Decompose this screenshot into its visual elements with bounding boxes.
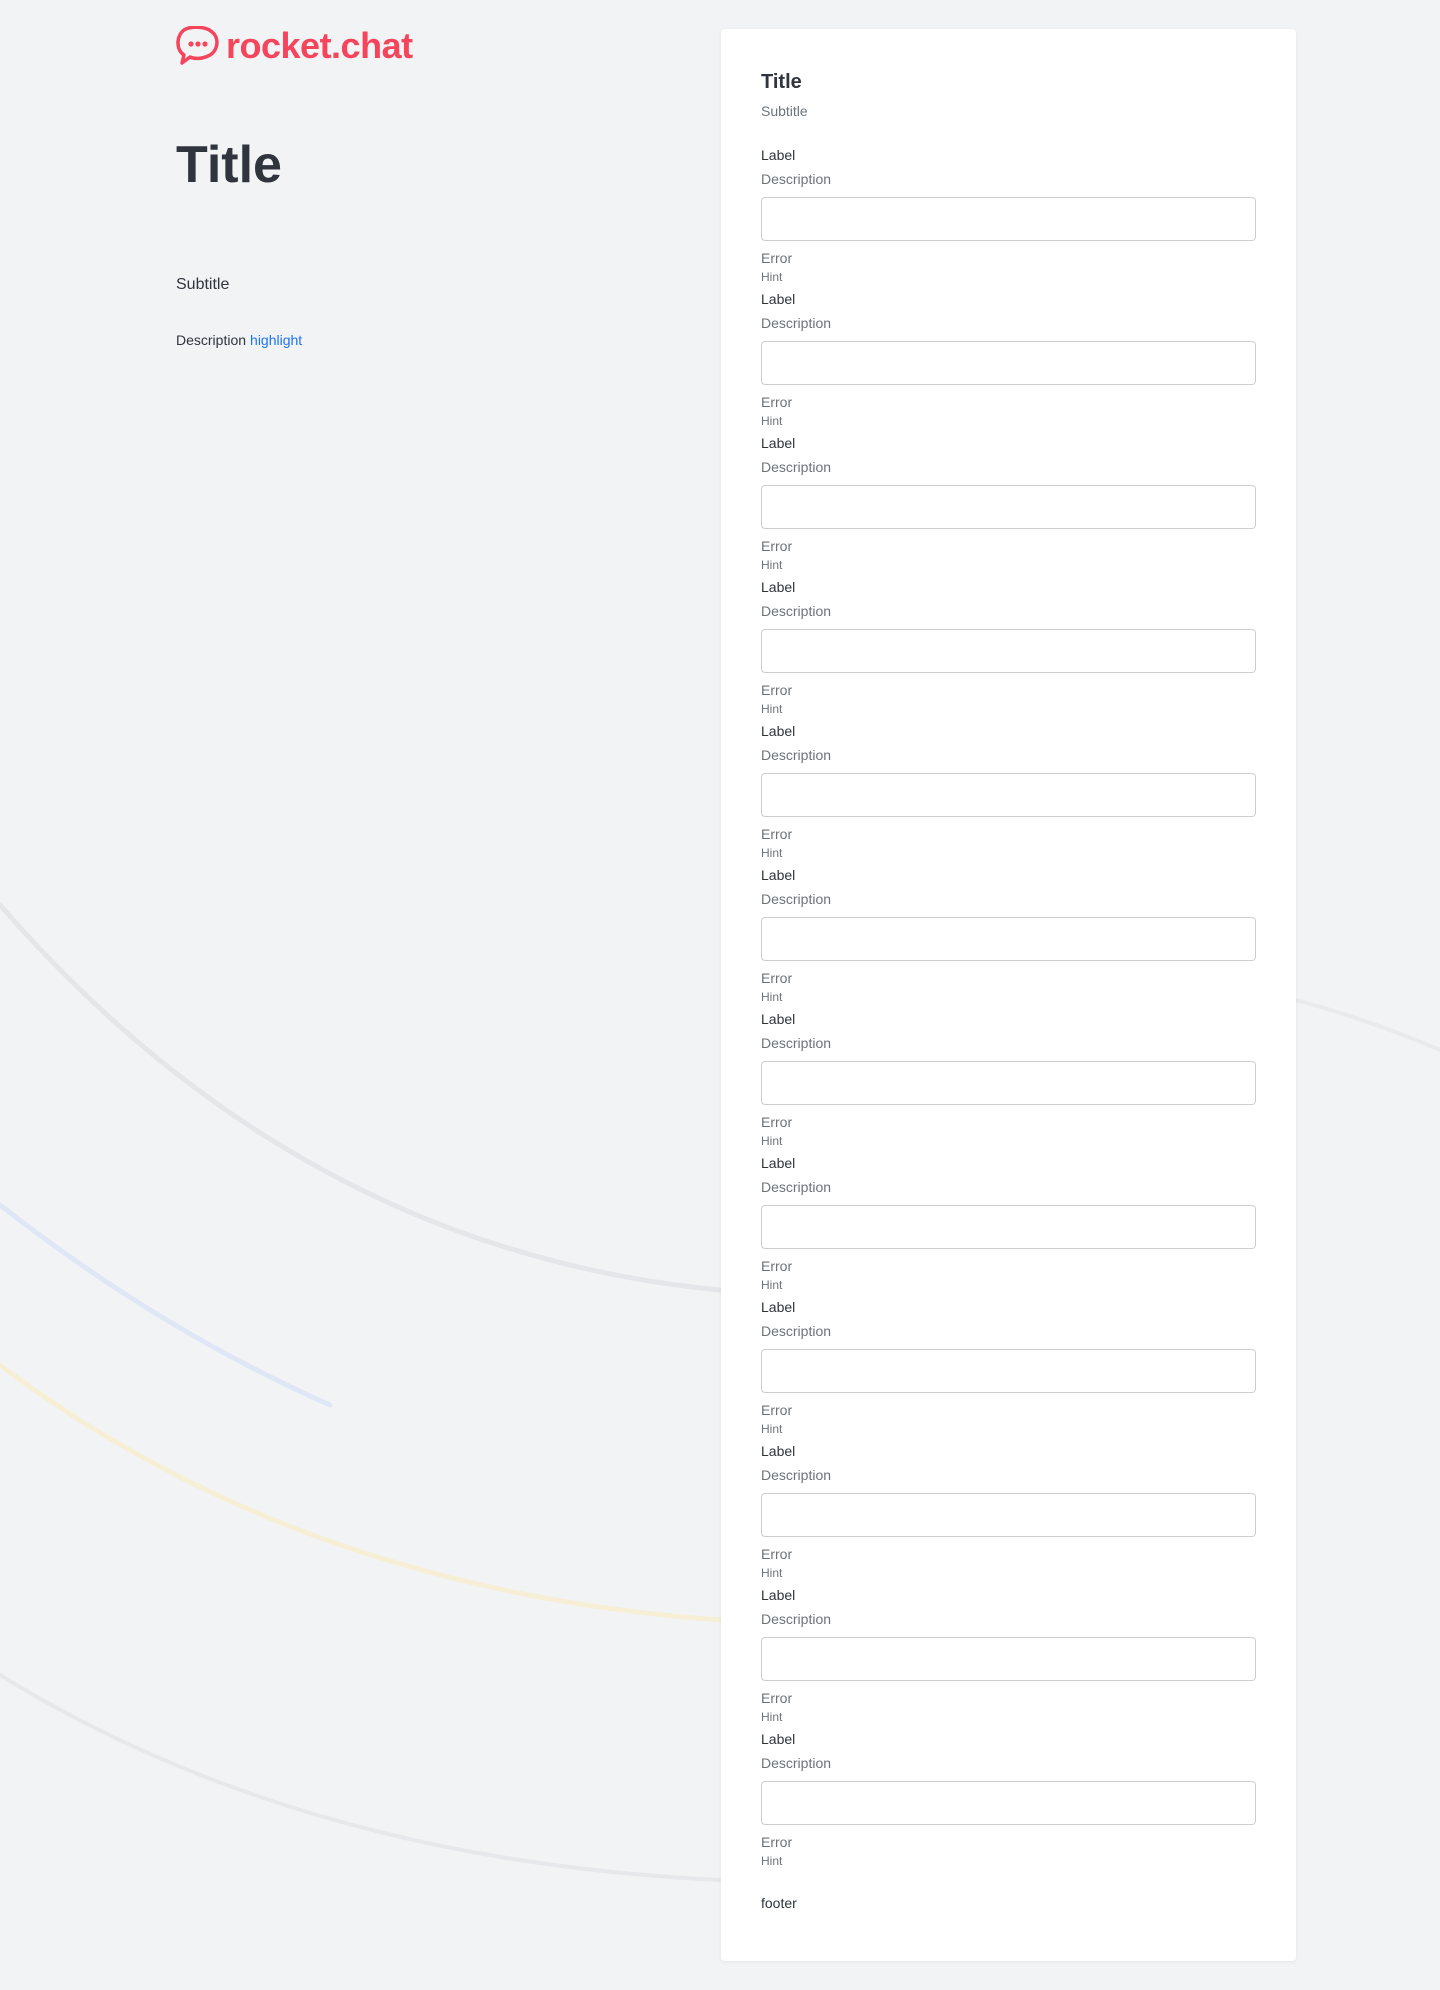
field-description: Description xyxy=(761,315,832,331)
form-fields: Label Description Error Hint Label Descr… xyxy=(761,145,1256,1873)
hero-subtitle: Subtitle xyxy=(176,276,230,293)
field-hint: Hint xyxy=(761,1710,783,1724)
form-subtitle: Subtitle xyxy=(761,103,808,119)
field-label: Label xyxy=(761,1011,796,1027)
field-input[interactable] xyxy=(761,1061,1256,1105)
field-hint: Hint xyxy=(761,1278,783,1292)
field-description: Description xyxy=(761,747,832,763)
field-hint: Hint xyxy=(761,414,783,428)
field-description: Description xyxy=(761,1035,832,1051)
field-error: Error xyxy=(761,394,793,410)
field-input[interactable] xyxy=(761,1349,1256,1393)
field-label: Label xyxy=(761,1587,796,1603)
hero-description: Description highlight xyxy=(176,330,302,350)
field-hint: Hint xyxy=(761,1422,783,1436)
field-label: Label xyxy=(761,1299,796,1315)
form-field: Label Description Error Hint xyxy=(761,1441,1256,1585)
form-field: Label Description Error Hint xyxy=(761,865,1256,1009)
field-description: Description xyxy=(761,603,832,619)
field-description: Description xyxy=(761,891,832,907)
field-label: Label xyxy=(761,579,796,595)
field-hint: Hint xyxy=(761,990,783,1004)
form-field: Label Description Error Hint xyxy=(761,1009,1256,1153)
form-card: Title Subtitle Label Description Error H… xyxy=(721,29,1296,1961)
field-error: Error xyxy=(761,682,793,698)
rocket-chat-logo-icon xyxy=(176,26,219,65)
form-field: Label Description Error Hint xyxy=(761,1585,1256,1729)
field-error: Error xyxy=(761,826,793,842)
hero-title: Title xyxy=(176,136,282,194)
field-label: Label xyxy=(761,1731,796,1747)
field-input[interactable] xyxy=(761,485,1256,529)
field-hint: Hint xyxy=(761,558,783,572)
field-input[interactable] xyxy=(761,341,1256,385)
field-hint: Hint xyxy=(761,702,783,716)
field-error: Error xyxy=(761,1546,793,1562)
field-hint: Hint xyxy=(761,1854,783,1868)
field-label: Label xyxy=(761,435,796,451)
field-description: Description xyxy=(761,1179,832,1195)
field-error: Error xyxy=(761,970,793,986)
brand-logo[interactable]: rocket.chat xyxy=(176,26,413,66)
field-input[interactable] xyxy=(761,1205,1256,1249)
field-label: Label xyxy=(761,291,796,307)
field-input[interactable] xyxy=(761,1781,1256,1825)
field-input[interactable] xyxy=(761,1493,1256,1537)
form-field: Label Description Error Hint xyxy=(761,1153,1256,1297)
field-hint: Hint xyxy=(761,270,783,284)
field-description: Description xyxy=(761,1323,832,1339)
field-description: Description xyxy=(761,1467,832,1483)
form-footer: footer xyxy=(761,1895,797,1911)
field-hint: Hint xyxy=(761,1134,783,1148)
field-error: Error xyxy=(761,1258,793,1274)
hero-description-text: Description xyxy=(176,332,247,348)
form-field: Label Description Error Hint xyxy=(761,289,1256,433)
field-label: Label xyxy=(761,723,796,739)
field-input[interactable] xyxy=(761,917,1256,961)
field-label: Label xyxy=(761,1443,796,1459)
field-label: Label xyxy=(761,1155,796,1171)
field-label: Label xyxy=(761,147,796,163)
field-description: Description xyxy=(761,1755,832,1771)
field-error: Error xyxy=(761,1834,793,1850)
form-field: Label Description Error Hint xyxy=(761,1729,1256,1873)
form-field: Label Description Error Hint xyxy=(761,433,1256,577)
field-hint: Hint xyxy=(761,846,783,860)
form-field: Label Description Error Hint xyxy=(761,145,1256,289)
field-error: Error xyxy=(761,250,793,266)
field-description: Description xyxy=(761,1611,832,1627)
form-field: Label Description Error Hint xyxy=(761,721,1256,865)
form-field: Label Description Error Hint xyxy=(761,577,1256,721)
brand-name: rocket.chat xyxy=(226,25,413,66)
form-field: Label Description Error Hint xyxy=(761,1297,1256,1441)
field-input[interactable] xyxy=(761,1637,1256,1681)
field-hint: Hint xyxy=(761,1566,783,1580)
field-input[interactable] xyxy=(761,773,1256,817)
field-error: Error xyxy=(761,1114,793,1130)
field-error: Error xyxy=(761,1690,793,1706)
field-error: Error xyxy=(761,1402,793,1418)
form-title: Title xyxy=(761,71,802,93)
field-error: Error xyxy=(761,538,793,554)
field-input[interactable] xyxy=(761,629,1256,673)
field-description: Description xyxy=(761,459,832,475)
hero-highlight-link[interactable]: highlight xyxy=(250,332,302,348)
field-input[interactable] xyxy=(761,197,1256,241)
field-description: Description xyxy=(761,171,832,187)
field-label: Label xyxy=(761,867,796,883)
